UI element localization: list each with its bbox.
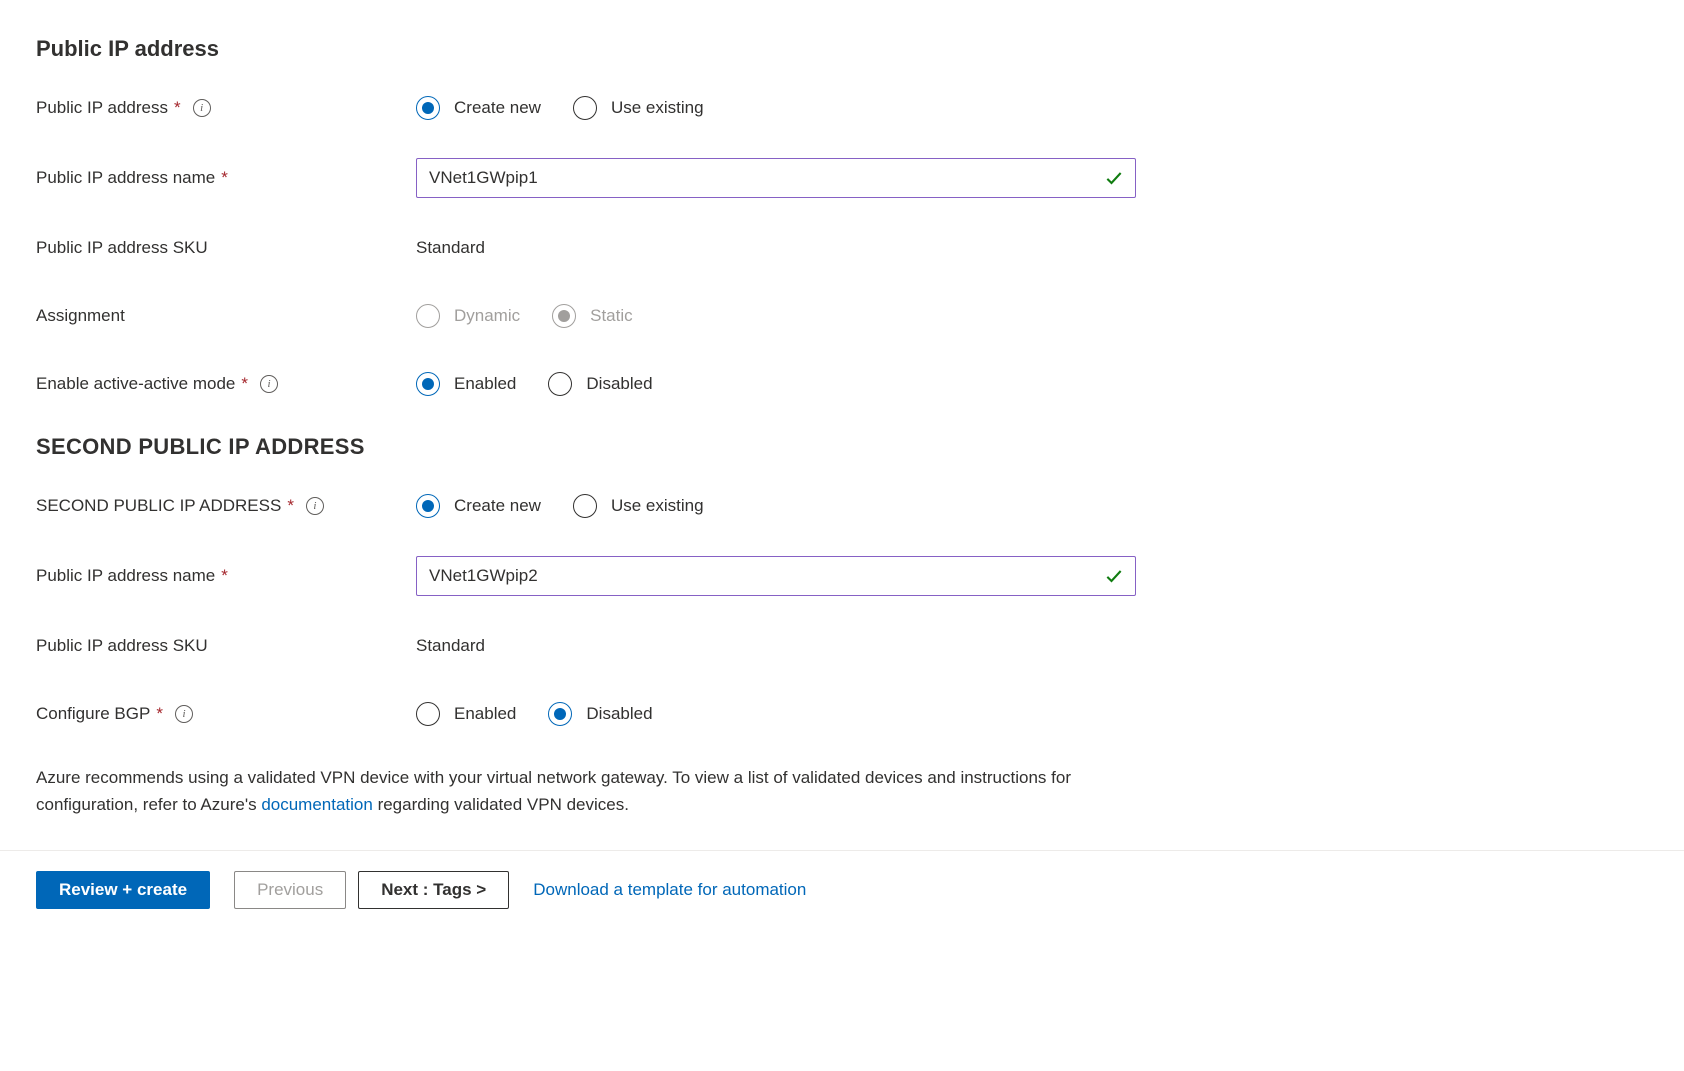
- radio-label: Create new: [454, 98, 541, 118]
- required-marker: *: [174, 98, 181, 118]
- second-pip-sku-value: Standard: [416, 636, 485, 656]
- checkmark-icon: [1104, 566, 1124, 586]
- configure-bgp-label: Configure BGP: [36, 704, 150, 724]
- radio-circle-icon: [548, 702, 572, 726]
- radio-circle-icon: [573, 96, 597, 120]
- required-marker: *: [156, 704, 163, 724]
- second-pip-create-new-radio[interactable]: Create new: [416, 494, 541, 518]
- download-template-link[interactable]: Download a template for automation: [533, 880, 806, 900]
- required-marker: *: [221, 168, 228, 188]
- active-active-label: Enable active-active mode: [36, 374, 235, 394]
- section-public-ip-title: Public IP address: [36, 36, 1648, 62]
- info-icon[interactable]: [175, 705, 193, 723]
- radio-label: Static: [590, 306, 633, 326]
- public-ip-label: Public IP address: [36, 98, 168, 118]
- radio-label: Enabled: [454, 374, 516, 394]
- public-ip-create-new-radio[interactable]: Create new: [416, 96, 541, 120]
- second-pip-sku-label: Public IP address SKU: [36, 636, 208, 656]
- documentation-link[interactable]: documentation: [261, 795, 373, 814]
- active-active-enabled-radio[interactable]: Enabled: [416, 372, 516, 396]
- next-tags-button[interactable]: Next : Tags >: [358, 871, 509, 909]
- radio-circle-icon: [416, 372, 440, 396]
- assignment-static-radio: Static: [552, 304, 633, 328]
- previous-button[interactable]: Previous: [234, 871, 346, 909]
- assignment-label: Assignment: [36, 306, 125, 326]
- required-marker: *: [221, 566, 228, 586]
- second-pip-label: SECOND PUBLIC IP ADDRESS: [36, 496, 281, 516]
- wizard-footer: Review + create Previous Next : Tags > D…: [0, 850, 1684, 929]
- public-ip-name-label: Public IP address name: [36, 168, 215, 188]
- radio-circle-icon: [416, 702, 440, 726]
- radio-circle-icon: [416, 96, 440, 120]
- info-icon[interactable]: [260, 375, 278, 393]
- radio-label: Use existing: [611, 496, 704, 516]
- public-ip-sku-label: Public IP address SKU: [36, 238, 208, 258]
- info-paragraph: Azure recommends using a validated VPN d…: [36, 764, 1126, 818]
- second-pip-name-input[interactable]: [416, 556, 1136, 596]
- radio-label: Dynamic: [454, 306, 520, 326]
- radio-label: Disabled: [586, 704, 652, 724]
- section-second-pip-title: SECOND PUBLIC IP ADDRESS: [36, 434, 1648, 460]
- required-marker: *: [241, 374, 248, 394]
- info-icon[interactable]: [306, 497, 324, 515]
- bgp-disabled-radio[interactable]: Disabled: [548, 702, 652, 726]
- required-marker: *: [287, 496, 294, 516]
- radio-label: Create new: [454, 496, 541, 516]
- radio-label: Use existing: [611, 98, 704, 118]
- second-pip-use-existing-radio[interactable]: Use existing: [573, 494, 704, 518]
- public-ip-sku-value: Standard: [416, 238, 485, 258]
- active-active-disabled-radio[interactable]: Disabled: [548, 372, 652, 396]
- radio-circle-icon: [548, 372, 572, 396]
- public-ip-use-existing-radio[interactable]: Use existing: [573, 96, 704, 120]
- radio-circle-icon: [416, 304, 440, 328]
- info-icon[interactable]: [193, 99, 211, 117]
- public-ip-name-input[interactable]: [416, 158, 1136, 198]
- info-text-part2: regarding validated VPN devices.: [373, 795, 629, 814]
- radio-circle-icon: [573, 494, 597, 518]
- assignment-dynamic-radio: Dynamic: [416, 304, 520, 328]
- bgp-enabled-radio[interactable]: Enabled: [416, 702, 516, 726]
- checkmark-icon: [1104, 168, 1124, 188]
- review-create-button[interactable]: Review + create: [36, 871, 210, 909]
- radio-label: Disabled: [586, 374, 652, 394]
- second-pip-name-label: Public IP address name: [36, 566, 215, 586]
- radio-label: Enabled: [454, 704, 516, 724]
- radio-circle-icon: [552, 304, 576, 328]
- radio-circle-icon: [416, 494, 440, 518]
